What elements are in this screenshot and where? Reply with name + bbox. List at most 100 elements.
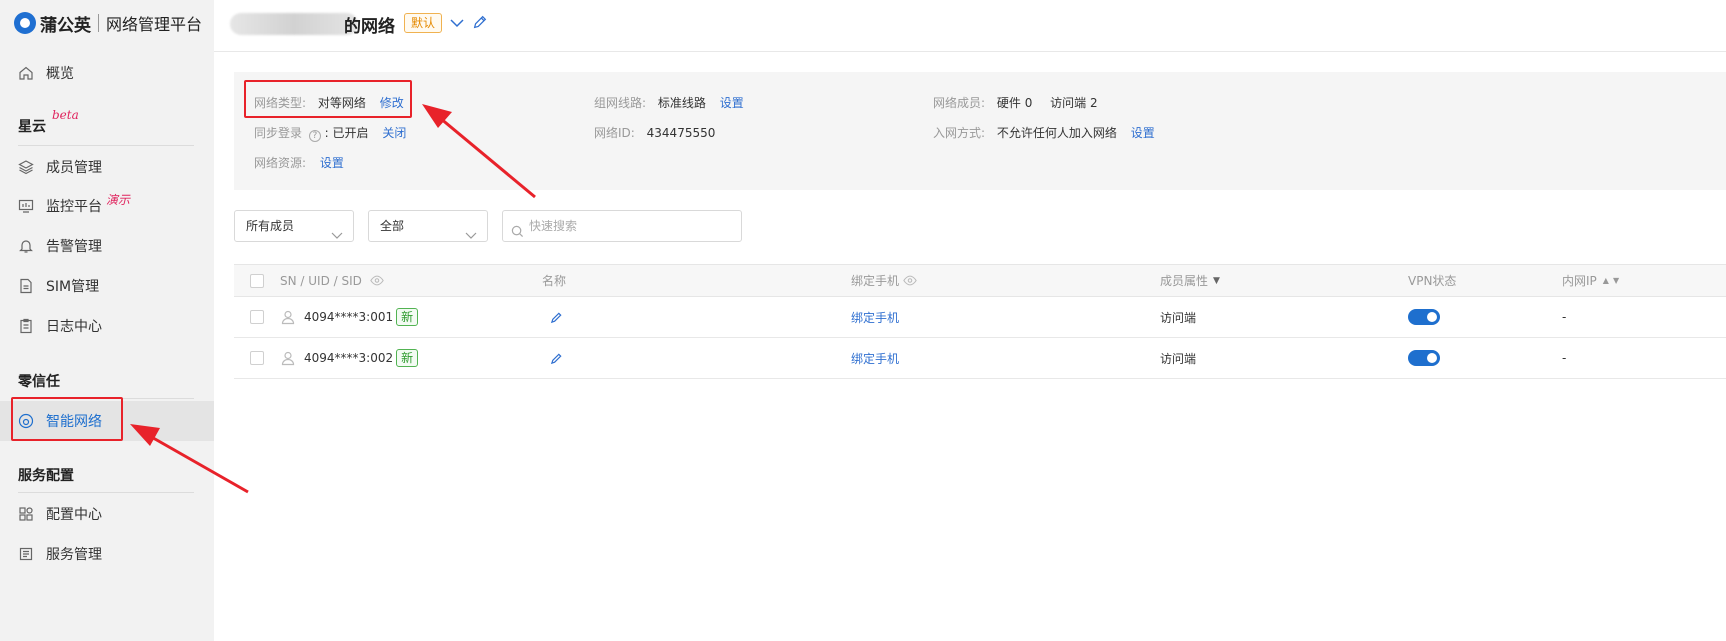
sn-text: 4094****3:001 <box>304 310 394 324</box>
sidebar-item-label: 服务管理 <box>46 547 102 563</box>
edit-name-icon[interactable] <box>550 297 563 337</box>
info-label: 网络ID: <box>594 126 635 140</box>
close-sync-login-link[interactable]: 关闭 <box>382 126 406 140</box>
sidebar: 蒲公英 网络管理平台 概览 星云 beta 成员管理 监控平台 演示 告警管理 … <box>0 0 214 641</box>
layers-icon <box>18 159 34 175</box>
search-icon <box>511 219 525 238</box>
search-placeholder: 快速搜索 <box>529 219 578 233</box>
status-filter-select[interactable]: 全部 <box>368 210 488 242</box>
bind-phone-link[interactable]: 绑定手机 <box>851 350 899 367</box>
sidebar-group-service: 服务配置 <box>18 468 74 484</box>
sidebar-item-sim[interactable]: SIM管理 <box>0 267 214 305</box>
home-icon <box>18 65 34 81</box>
info-value: 硬件 0 <box>996 96 1033 110</box>
question-circle-icon[interactable]: ? <box>308 130 321 142</box>
info-network-id: 网络ID: 434475550 <box>594 124 715 141</box>
chevron-down-icon[interactable] <box>448 14 466 32</box>
info-value: 434475550 <box>646 126 716 140</box>
new-badge: 新 <box>396 349 419 367</box>
brand-logo[interactable]: 蒲公英 网络管理平台 <box>14 10 202 36</box>
info-network-resource: 网络资源: 设置 <box>254 154 344 171</box>
info-label: 网络资源: <box>254 156 307 170</box>
sidebar-item-alarm[interactable]: 告警管理 <box>0 227 214 265</box>
network-info-panel: 网络类型: 对等网络 修改 同步登录 ? : 已开启 关闭 网络资源: 设置 组… <box>234 72 1726 190</box>
sidebar-item-member-management[interactable]: 成员管理 <box>0 148 214 186</box>
highlight-box-smart-network <box>11 397 123 441</box>
chevron-down-icon <box>465 221 477 239</box>
column-phone: 绑定手机 <box>851 265 917 296</box>
row-sn: 4094****3:001 新 <box>280 297 419 337</box>
edit-pencil-icon[interactable] <box>472 14 490 32</box>
set-network-resource-link[interactable]: 设置 <box>320 156 344 170</box>
row-checkbox[interactable] <box>250 297 264 337</box>
bell-icon <box>18 238 34 254</box>
sidebar-item-label: 告警管理 <box>46 239 102 255</box>
info-value: 不允许任何人加入网络 <box>996 126 1117 140</box>
member-table-header: SN / UID / SID 名称 绑定手机 成员属性 ▼ VPN状态 内网IP… <box>234 264 1726 297</box>
sidebar-item-log[interactable]: 日志中心 <box>0 307 214 345</box>
sim-card-icon <box>18 278 34 294</box>
list-document-icon <box>18 546 34 562</box>
sidebar-item-label: 配置中心 <box>46 507 102 523</box>
sidebar-item-label: 监控平台 <box>46 199 102 215</box>
brand-name: 蒲公英 <box>40 15 91 36</box>
redacted-network-owner <box>230 13 358 35</box>
column-label: SN / UID / SID <box>280 273 362 288</box>
clipboard-icon <box>18 318 34 334</box>
info-label: 入网方式: <box>933 126 986 140</box>
info-value: 访问端 2 <box>1050 96 1098 110</box>
column-label: 内网IP <box>1562 274 1597 288</box>
row-checkbox[interactable] <box>250 338 264 378</box>
brand-divider <box>98 14 99 32</box>
set-route-link[interactable]: 设置 <box>720 96 744 110</box>
chevron-down-icon <box>331 221 343 239</box>
info-members: 网络成员: 硬件 0 访问端 2 <box>933 94 1098 111</box>
caret-down-icon: ▼ <box>1213 275 1220 286</box>
column-attr[interactable]: 成员属性 ▼ <box>1160 265 1220 296</box>
select-value: 全部 <box>380 219 405 233</box>
sidebar-item-label: SIM管理 <box>46 279 100 295</box>
row-ip: - <box>1562 351 1567 365</box>
column-ip[interactable]: 内网IP ▲ ▼ <box>1562 265 1619 296</box>
sidebar-item-service-management[interactable]: 服务管理 <box>0 535 214 573</box>
sidebar-item-config-center[interactable]: 配置中心 <box>0 495 214 533</box>
row-phone[interactable]: 绑定手机 <box>851 338 899 378</box>
eye-icon[interactable] <box>370 275 384 286</box>
highlight-box-network-type <box>244 80 412 118</box>
sidebar-item-overview[interactable]: 概览 <box>0 54 214 92</box>
sidebar-item-label: 概览 <box>46 66 74 82</box>
table-row: 4094****3:001 新 绑定手机 访问端 - <box>234 297 1726 338</box>
quick-search-input[interactable]: 快速搜索 <box>502 210 742 242</box>
select-value: 所有成员 <box>246 219 295 233</box>
info-value: : 已开启 <box>324 126 369 140</box>
column-vpn: VPN状态 <box>1408 274 1457 288</box>
edit-name-icon[interactable] <box>550 338 563 378</box>
vpn-toggle[interactable] <box>1408 297 1440 337</box>
table-row: 4094****3:002 新 绑定手机 访问端 - <box>234 338 1726 379</box>
info-route: 组网线路: 标准线路 设置 <box>594 94 744 111</box>
member-filter-select[interactable]: 所有成员 <box>234 210 354 242</box>
sort-up-icon[interactable]: ▲ <box>1603 276 1609 285</box>
info-value: 标准线路 <box>657 96 706 110</box>
sort-down-icon[interactable]: ▼ <box>1613 276 1619 285</box>
group-divider <box>18 492 194 493</box>
row-phone[interactable]: 绑定手机 <box>851 297 899 337</box>
sn-text: 4094****3:002 <box>304 351 394 365</box>
demo-tag: 演示 <box>106 193 131 207</box>
dandelion-logo-icon <box>14 12 36 34</box>
bind-phone-link[interactable]: 绑定手机 <box>851 309 899 326</box>
eye-icon[interactable] <box>903 275 917 286</box>
select-all-checkbox[interactable] <box>250 265 264 296</box>
vpn-toggle[interactable] <box>1408 338 1440 378</box>
sidebar-group-xingyun: 星云 <box>18 119 46 135</box>
platform-name: 网络管理平台 <box>106 15 203 34</box>
sidebar-group-zero-trust: 零信任 <box>18 374 60 390</box>
info-join-method: 入网方式: 不允许任何人加入网络 设置 <box>933 124 1155 141</box>
group-divider <box>18 145 194 146</box>
user-icon <box>280 309 296 325</box>
column-sn: SN / UID / SID <box>280 265 384 296</box>
grid-apps-icon <box>18 506 34 522</box>
new-badge: 新 <box>396 308 419 326</box>
column-label: 绑定手机 <box>851 274 900 288</box>
set-join-method-link[interactable]: 设置 <box>1131 126 1155 140</box>
